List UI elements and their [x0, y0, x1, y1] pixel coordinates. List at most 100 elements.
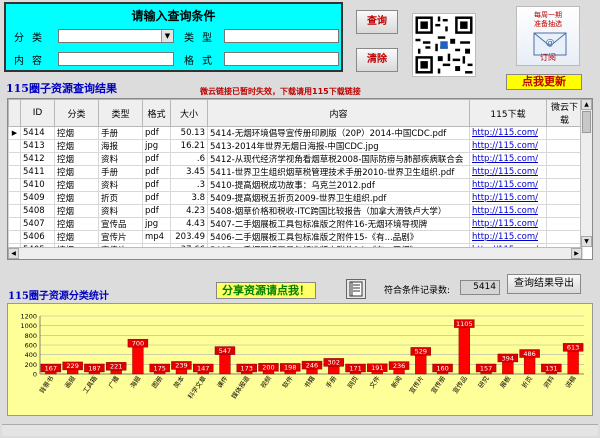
- horizontal-scrollbar[interactable]: ◀ ▶: [8, 247, 582, 259]
- cell-weiyun-link[interactable]: [546, 126, 583, 140]
- cell-weiyun-link[interactable]: [546, 152, 583, 166]
- book-icon[interactable]: [346, 279, 366, 299]
- cell-weiyun-link[interactable]: [546, 178, 583, 192]
- cell-content: 5411-世界卫生组织烟草税管理技术手册2010-世界卫生组织.pdf: [207, 165, 470, 179]
- search-panel: 请输入查询条件 分类 ▼ 类型 内容 格式: [4, 2, 343, 72]
- data-label: 131: [545, 364, 557, 372]
- table-row[interactable]: 5409 控烟 折页 pdf 3.8 5409-提高烟税五折页2009-世界卫生组织.pd…: [8, 191, 583, 205]
- format-input[interactable]: [224, 52, 339, 66]
- cell-115-link[interactable]: http://115.com/: [469, 204, 547, 218]
- table-row[interactable]: 5406 控烟 宣传片 mp4 203.49 5406-二手烟展板工具包标准版之附件15-…: [8, 230, 583, 244]
- cell-weiyun-link[interactable]: [546, 139, 583, 153]
- column-header[interactable]: 分类: [54, 99, 99, 127]
- data-label: 157: [480, 364, 492, 372]
- update-button[interactable]: 点我更新: [506, 74, 582, 90]
- x-tick-label: 手册: [324, 374, 339, 390]
- cell-category: 控烟: [54, 126, 99, 140]
- row-selector[interactable]: [8, 191, 21, 205]
- link-notice: 微云链接已暂时失效，下载请用115下载链接: [200, 87, 361, 96]
- cell-format: pdf: [142, 191, 171, 205]
- cell-format: pdf: [142, 165, 171, 179]
- cell-weiyun-link[interactable]: [546, 191, 583, 205]
- category-select[interactable]: ▼: [58, 29, 174, 43]
- scroll-left-icon[interactable]: ◀: [8, 248, 19, 259]
- query-button[interactable]: 查询: [356, 10, 398, 34]
- row-selector[interactable]: [8, 204, 21, 218]
- column-header[interactable]: ID: [20, 99, 55, 127]
- table-row[interactable]: 5410 控烟 资料 pdf .3 5410-提高烟税成功故事：乌克兰2012.pdf ht…: [8, 178, 583, 192]
- x-tick-label: 折页: [519, 374, 534, 390]
- table-row[interactable]: 5407 控烟 宣传品 jpg 4.43 5407-二手烟展板工具包标准版之附件16-无烟…: [8, 217, 583, 231]
- vertical-scrollbar[interactable]: ▲ ▼: [580, 99, 592, 247]
- cell-id: 5411: [20, 165, 55, 179]
- cell-115-link[interactable]: http://115.com/: [469, 152, 547, 166]
- x-tick-label: 科学文章: [186, 374, 209, 401]
- row-selector[interactable]: [8, 165, 21, 179]
- table-row[interactable]: 5413 控烟 海报 jpg 16.21 5413-2014年世界无烟日海报-中国CDC.…: [8, 139, 583, 153]
- row-selector[interactable]: [8, 230, 21, 244]
- cell-content: 5413-2014年世界无烟日海报-中国CDC.jpg: [207, 139, 470, 153]
- cell-weiyun-link[interactable]: [546, 165, 583, 179]
- data-label: 700: [132, 339, 144, 347]
- column-header[interactable]: 类型: [98, 99, 143, 127]
- row-selector[interactable]: [8, 152, 21, 166]
- share-button[interactable]: 分享资源请点我！: [216, 282, 316, 299]
- cell-size: 4.23: [170, 204, 208, 218]
- export-results-button[interactable]: 查询结果导出: [507, 274, 581, 294]
- cell-115-link[interactable]: http://115.com/: [469, 139, 547, 153]
- cell-115-link[interactable]: http://115.com/: [469, 217, 547, 231]
- x-tick-label: 视频: [258, 374, 273, 390]
- table-row[interactable]: ▶ 5414 控烟 手册 pdf 50.13 5414-无烟环境倡导宣传册印刷版（20P）2…: [8, 126, 583, 140]
- table-row[interactable]: 5411 控烟 手册 pdf 3.45 5411-世界卫生组织烟草税管理技术手册2010-…: [8, 165, 583, 179]
- row-selector[interactable]: [8, 217, 21, 231]
- scroll-thumb[interactable]: [582, 111, 591, 133]
- x-tick-label: 图册: [150, 374, 164, 390]
- scroll-up-icon[interactable]: ▲: [581, 99, 592, 110]
- cell-weiyun-link[interactable]: [546, 204, 583, 218]
- cell-115-link[interactable]: http://115.com/: [469, 191, 547, 205]
- bar: [458, 320, 470, 375]
- cell-115-link[interactable]: http://115.com/: [469, 126, 547, 140]
- clear-button[interactable]: 清除: [356, 48, 398, 72]
- cell-format: pdf: [142, 126, 171, 140]
- data-label: 394: [502, 354, 514, 362]
- y-tick-label: 1200: [20, 313, 37, 321]
- chevron-down-icon[interactable]: ▼: [161, 30, 173, 42]
- cell-115-link[interactable]: http://115.com/: [469, 230, 547, 244]
- column-header[interactable]: 微云下载: [546, 99, 583, 127]
- cell-115-link[interactable]: http://115.com/: [469, 165, 547, 179]
- table-row[interactable]: 5412 控烟 资料 pdf .6 5412-从现代经济学视角看烟草税2008-国际防痨与…: [8, 152, 583, 166]
- x-tick-label: 媒体报道: [229, 374, 252, 401]
- x-tick-label: 课件: [215, 374, 230, 390]
- data-label: 529: [415, 348, 427, 356]
- content-input[interactable]: [58, 52, 174, 66]
- cell-content: 5412-从现代经济学视角看烟草税2008-国际防痨与肺部疾病联合会: [207, 152, 470, 166]
- data-label: 198: [284, 364, 296, 372]
- cell-content: 5407-二手烟展板工具包标准版之附件16-无烟环境导视牌: [207, 217, 470, 231]
- cell-weiyun-link[interactable]: [546, 217, 583, 231]
- type-input[interactable]: [224, 29, 339, 43]
- mail-card-line1: 每周一期: [534, 11, 562, 19]
- data-label: 613: [567, 344, 579, 352]
- column-header[interactable]: 格式: [142, 99, 171, 127]
- column-header[interactable]: 115下载: [469, 99, 547, 127]
- subscribe-card[interactable]: 每周一期 准备抽选 @ 订阅: [516, 6, 580, 66]
- cell-size: .3: [170, 178, 208, 192]
- row-selector[interactable]: [8, 139, 21, 153]
- results-grid[interactable]: ID 分类 类型 格式 大小 内容 115下载 微云下载 ▶ 5414 控烟 手册 pd…: [7, 98, 593, 260]
- x-tick-label: 书籍: [302, 374, 317, 390]
- cell-type: 折页: [98, 191, 143, 205]
- column-header[interactable]: 内容: [207, 99, 470, 127]
- row-selector[interactable]: [8, 178, 21, 192]
- column-header[interactable]: 大小: [170, 99, 208, 127]
- current-row-indicator-icon[interactable]: ▶: [8, 126, 21, 140]
- table-row[interactable]: 5408 控烟 资料 pdf 4.23 5408-烟草价格和税收-ITC跨国比较报告（加拿…: [8, 204, 583, 218]
- cell-weiyun-link[interactable]: [546, 230, 583, 244]
- y-tick-label: 200: [25, 361, 37, 369]
- cell-content: 5410-提高烟税成功故事：乌克兰2012.pdf: [207, 178, 470, 192]
- cell-115-link[interactable]: http://115.com/: [469, 178, 547, 192]
- scroll-right-icon[interactable]: ▶: [571, 248, 582, 259]
- scroll-down-icon[interactable]: ▼: [581, 236, 592, 247]
- data-label: 302: [328, 359, 340, 367]
- cell-content: 5409-提高烟税五折页2009-世界卫生组织.pdf: [207, 191, 470, 205]
